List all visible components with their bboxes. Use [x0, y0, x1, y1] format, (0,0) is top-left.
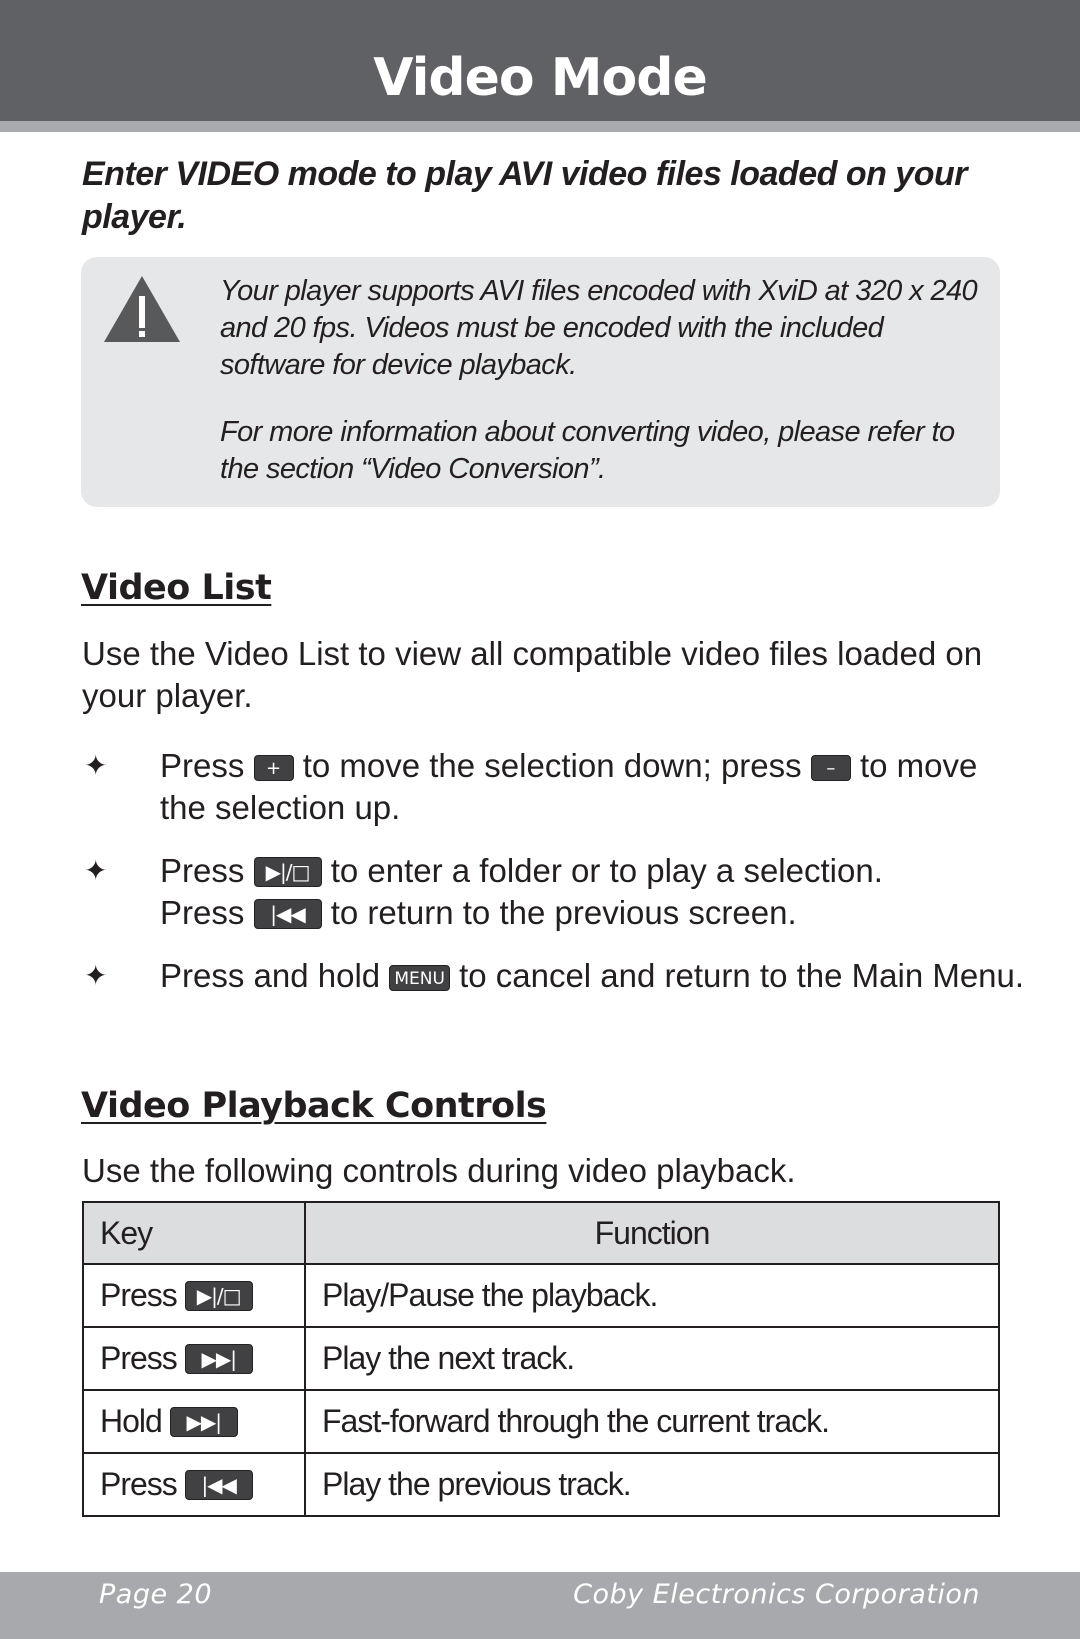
page-number: Page 20	[99, 1579, 213, 1610]
key-cell: Hold ▶▶|	[82, 1389, 306, 1454]
bullet-text: Press	[160, 894, 245, 931]
video-list-description: Use the Video List to view all compatibl…	[82, 635, 983, 714]
function-cell: Fast-forward through the current track.	[304, 1389, 1000, 1454]
intro-heading: Enter VIDEO mode to play AVI video files…	[82, 155, 968, 236]
key-action: Press	[100, 1340, 178, 1376]
previous-key-icon: |◀◀	[253, 899, 322, 929]
controls-table: Key Function Press ▶|/□ Play/Pause the p…	[82, 1201, 1000, 1517]
key-action: Hold	[100, 1403, 163, 1439]
warning-icon	[104, 276, 180, 342]
function-cell: Play the previous track.	[304, 1452, 1000, 1517]
next-key-icon: ▶▶|	[169, 1407, 238, 1437]
function-cell: Play/Pause the playback.	[304, 1263, 1000, 1328]
next-key-icon: ▶▶|	[184, 1344, 253, 1374]
key-cell: Press ▶▶|	[82, 1326, 306, 1391]
key-action: Press	[100, 1466, 178, 1502]
table-row: Press ▶▶| Play the next track.	[82, 1326, 1000, 1391]
header-strip	[0, 121, 1080, 132]
previous-key-icon: |◀◀	[184, 1470, 253, 1500]
table-row: Hold ▶▶| Fast-forward through the curren…	[82, 1389, 1000, 1454]
bullet-text: to return to the previous screen.	[330, 894, 797, 931]
table-row: Press |◀◀ Play the previous track.	[82, 1452, 1000, 1517]
key-cell: Press |◀◀	[82, 1452, 306, 1517]
function-cell: Play the next track.	[304, 1326, 1000, 1391]
menu-key-icon: MENU	[389, 965, 450, 991]
star-bullet-icon: ✦	[84, 960, 108, 991]
key-action: Press	[100, 1277, 178, 1313]
column-header-function: Function	[304, 1201, 1000, 1265]
page-title: Video Mode	[373, 48, 707, 108]
play-pause-key-icon: ▶|/□	[253, 857, 322, 887]
note-text-2: For more information about converting vi…	[220, 416, 955, 485]
playback-controls-heading: Video Playback Controls	[81, 1086, 547, 1126]
bullet-text: to enter a folder or to play a selection…	[330, 852, 883, 889]
bullet-text: Press	[160, 852, 245, 889]
bullet-text: to cancel and return to the Main Menu.	[459, 957, 1025, 994]
company-name: Coby Electronics Corporation	[573, 1579, 980, 1610]
play-pause-key-icon: ▶|/□	[184, 1281, 253, 1311]
table-header-row: Key Function	[82, 1201, 1000, 1265]
minus-key-icon: –	[810, 755, 851, 781]
key-cell: Press ▶|/□	[82, 1263, 306, 1328]
plus-key-icon: +	[253, 755, 294, 781]
bullet-text: Press and hold	[160, 957, 381, 994]
star-bullet-icon: ✦	[84, 750, 108, 781]
star-bullet-icon: ✦	[84, 855, 108, 886]
bullet-text: Press	[160, 747, 245, 784]
table-row: Press ▶|/□ Play/Pause the playback.	[82, 1263, 1000, 1328]
bullet-text: to move the selection down; press	[302, 747, 802, 784]
video-list-heading: Video List	[81, 568, 272, 608]
column-header-key: Key	[82, 1201, 306, 1265]
note-text-1: Your player supports AVI files encoded w…	[220, 275, 978, 381]
playback-description: Use the following controls during video …	[82, 1152, 796, 1189]
